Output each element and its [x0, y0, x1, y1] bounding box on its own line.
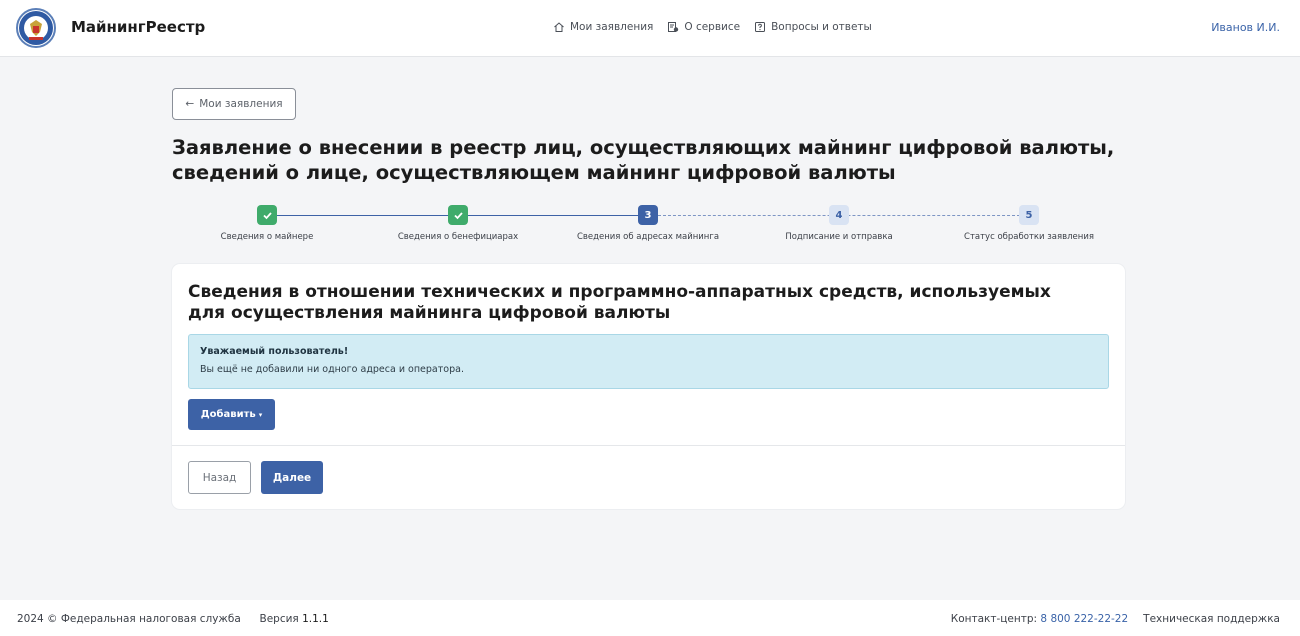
step-5-number: 5 [1019, 205, 1039, 225]
page-title: Заявление о внесении в реестр лиц, осуще… [172, 136, 1115, 184]
card-title: Сведения в отношении технических и прогр… [188, 282, 1051, 323]
back-to-applications-button[interactable]: ← Мои заявления [172, 88, 296, 120]
version-value: 1.1.1 [302, 613, 329, 625]
contact-phone-link[interactable]: 8 800 222-22-22 [1040, 613, 1128, 625]
step-2[interactable]: Сведения о бенефициарах [363, 205, 553, 242]
home-icon [554, 22, 564, 32]
step-1-check-icon [257, 205, 277, 225]
step-2-check-icon [448, 205, 468, 225]
step-4: 4 Подписание и отправка [744, 205, 934, 242]
back-button-label: Мои заявления [199, 98, 283, 110]
step-3-number: 3 [638, 205, 658, 225]
nav-label: Вопросы и ответы [771, 21, 872, 33]
step-1[interactable]: Сведения о майнере [172, 205, 362, 242]
nav-label: Мои заявления [570, 21, 654, 33]
top-header: МайнингРеестр Мои заявления О сервисе Во… [0, 0, 1300, 57]
step-5: 5 Статус обработки заявления [934, 205, 1124, 242]
info-doc-icon [668, 22, 679, 32]
brand-title[interactable]: МайнингРеестр [71, 18, 205, 36]
step-4-number: 4 [829, 205, 849, 225]
progress-stepper: Сведения о майнере Сведения о бенефициар… [172, 205, 1125, 245]
footer-contacts: Контакт-центр: 8 800 222-22-22 Техническ… [951, 613, 1280, 625]
add-dropdown-button[interactable]: Добавить ▾ [188, 399, 275, 430]
version-label: Версия [259, 613, 299, 625]
page-footer: 2024 © Федеральная налоговая служба Верс… [0, 600, 1300, 636]
step-4-label: Подписание и отправка [785, 232, 893, 242]
nav-my-applications[interactable]: Мои заявления [553, 21, 653, 33]
card-divider [172, 445, 1125, 446]
footer-info: 2024 © Федеральная налоговая служба Верс… [17, 613, 329, 625]
step-3-label: Сведения об адресах майнинга [576, 232, 720, 242]
next-step-button[interactable]: Далее [261, 461, 323, 494]
fns-emblem-logo[interactable] [16, 8, 56, 48]
previous-step-button[interactable]: Назад [188, 461, 251, 494]
alert-title: Уважаемый пользователь! [200, 346, 349, 357]
step-2-label: Сведения о бенефициарах [397, 232, 519, 242]
step-5-label: Статус обработки заявления [964, 232, 1094, 242]
user-name-link[interactable]: Иванов И.И. [1211, 21, 1280, 34]
step-3[interactable]: 3 Сведения об адресах майнинга [553, 205, 743, 242]
top-navigation: Мои заявления О сервисе Вопросы и ответы [553, 21, 872, 33]
contact-center-label: Контакт-центр: [950, 613, 1038, 625]
copyright-text: 2024 © Федеральная налоговая служба [17, 613, 241, 625]
nav-about-service[interactable]: О сервисе [667, 21, 740, 33]
nav-label: О сервисе [684, 21, 741, 33]
mining-addresses-card: Сведения в отношении технических и прогр… [172, 264, 1125, 509]
add-button-label: Добавить [200, 409, 256, 420]
alert-text: Вы ещё не добавили ни одного адреса и оп… [200, 364, 464, 375]
step-1-label: Сведения о майнере [220, 232, 314, 242]
question-icon [755, 22, 766, 32]
nav-faq[interactable]: Вопросы и ответы [754, 21, 872, 33]
caret-down-icon: ▾ [258, 410, 263, 419]
arrow-left-icon: ← [185, 98, 195, 110]
info-alert: Уважаемый пользователь! Вы ещё не добави… [188, 334, 1109, 389]
tech-support-link[interactable]: Техническая поддержка [1143, 613, 1280, 625]
